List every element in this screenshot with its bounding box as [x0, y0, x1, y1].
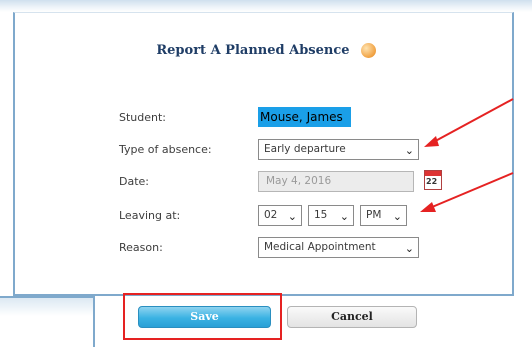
- arrow-head: [420, 202, 436, 212]
- arrow-to-leaving-time: [420, 172, 514, 212]
- arrow-head: [424, 136, 439, 147]
- annotation-arrows: [420, 98, 514, 212]
- arrow-to-absence-type: [424, 98, 514, 147]
- arrow-line: [427, 98, 514, 146]
- arrow-line: [424, 172, 514, 211]
